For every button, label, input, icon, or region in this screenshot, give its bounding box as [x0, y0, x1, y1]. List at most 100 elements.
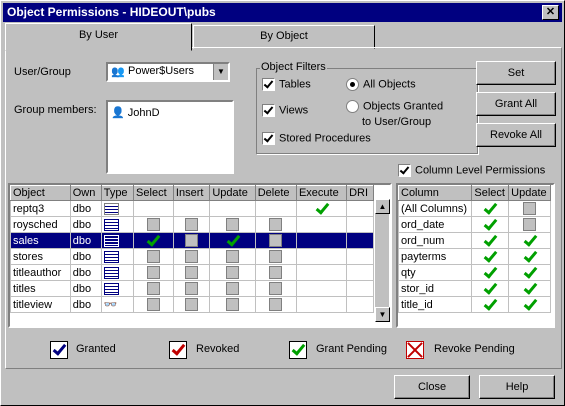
column-update-cell[interactable]	[508, 264, 551, 281]
empty-permission-box[interactable]	[269, 218, 283, 231]
perm-select-cell[interactable]	[133, 296, 174, 313]
perm-insert-cell[interactable]	[172, 216, 211, 233]
empty-permission-box[interactable]	[269, 266, 283, 279]
empty-permission-box[interactable]	[269, 250, 283, 263]
grant-pending-icon[interactable]	[483, 203, 497, 215]
empty-permission-box[interactable]	[226, 298, 240, 311]
empty-permission-box[interactable]	[185, 282, 199, 295]
column-select-cell[interactable]	[471, 264, 510, 281]
table-row[interactable]: stores dbo	[10, 248, 374, 265]
column-header[interactable]: Delete	[254, 185, 297, 201]
perm-delete-cell[interactable]	[254, 280, 297, 297]
column-select-cell[interactable]	[471, 200, 510, 217]
perm-delete-cell[interactable]	[254, 216, 297, 233]
perm-delete-cell[interactable]	[254, 232, 297, 249]
column-header[interactable]: Column	[398, 185, 473, 201]
column-header[interactable]: Select	[133, 185, 174, 201]
table-row[interactable]: ord_date	[398, 216, 551, 233]
column-header[interactable]: Insert	[172, 185, 211, 201]
perm-insert-cell[interactable]	[172, 248, 211, 265]
scroll-up-icon[interactable]: ▲	[375, 199, 390, 214]
empty-permission-box[interactable]	[523, 218, 537, 231]
grant-pending-icon[interactable]	[523, 251, 537, 263]
grant-pending-icon[interactable]	[483, 219, 497, 231]
column-header[interactable]: DRI	[346, 185, 374, 201]
column-update-cell[interactable]	[508, 200, 551, 217]
empty-permission-box[interactable]	[226, 218, 240, 231]
grant-pending-icon[interactable]	[483, 283, 497, 295]
scroll-down-icon[interactable]: ▼	[375, 307, 390, 322]
empty-permission-box[interactable]	[185, 218, 199, 231]
empty-permission-box[interactable]	[146, 266, 160, 279]
column-update-cell[interactable]	[508, 216, 551, 233]
perm-execute-cell[interactable]	[295, 232, 348, 249]
perm-select-cell[interactable]	[133, 280, 174, 297]
table-row[interactable]: qty	[398, 264, 551, 281]
column-select-cell[interactable]	[471, 280, 510, 297]
empty-permission-box[interactable]	[185, 250, 199, 263]
empty-permission-box[interactable]	[269, 298, 283, 311]
perm-insert-cell[interactable]	[172, 264, 211, 281]
perm-dri-cell[interactable]	[346, 280, 374, 297]
objects-granted-radio[interactable]: Objects Granted	[346, 100, 443, 113]
perm-delete-cell[interactable]	[254, 248, 297, 265]
grant-pending-icon[interactable]	[483, 251, 497, 263]
table-row[interactable]: reptq3 dbo	[10, 200, 374, 217]
grant-pending-icon[interactable]	[483, 299, 497, 311]
column-header[interactable]: Update	[508, 185, 551, 201]
perm-dri-cell[interactable]	[346, 264, 374, 281]
views-checkbox[interactable]: Views	[262, 104, 308, 117]
objects-scrollbar[interactable]: ▲ ▼	[374, 199, 390, 322]
empty-permission-box[interactable]	[185, 234, 199, 247]
grant-pending-icon[interactable]	[523, 235, 537, 247]
table-row[interactable]: payterms	[398, 248, 551, 265]
perm-update-cell[interactable]	[209, 264, 256, 281]
grant-all-button[interactable]: Grant All	[476, 92, 556, 116]
perm-select-cell[interactable]	[133, 264, 174, 281]
column-update-cell[interactable]	[508, 232, 551, 249]
empty-permission-box[interactable]	[185, 298, 199, 311]
column-select-cell[interactable]	[471, 296, 510, 313]
perm-dri-cell[interactable]	[346, 216, 374, 233]
perm-update-cell[interactable]	[209, 248, 256, 265]
column-header[interactable]: Select	[471, 185, 510, 201]
empty-permission-box[interactable]	[523, 202, 537, 215]
grant-pending-icon[interactable]	[523, 283, 537, 295]
perm-dri-cell[interactable]	[346, 232, 374, 249]
column-update-cell[interactable]	[508, 280, 551, 297]
table-row[interactable]: titleauthor dbo	[10, 264, 374, 281]
perm-execute-cell[interactable]	[295, 280, 348, 297]
close-button[interactable]: Close	[394, 375, 470, 399]
perm-insert-cell[interactable]	[172, 280, 211, 297]
empty-permission-box[interactable]	[146, 282, 160, 295]
perm-update-cell[interactable]	[209, 216, 256, 233]
column-update-cell[interactable]	[508, 296, 551, 313]
column-level-checkbox[interactable]: Column Level Permissions	[398, 164, 545, 177]
column-select-cell[interactable]	[471, 232, 510, 249]
perm-delete-cell[interactable]	[254, 264, 297, 281]
perm-insert-cell[interactable]	[172, 232, 211, 249]
perm-update-cell[interactable]	[209, 296, 256, 313]
objects-grid[interactable]: Object Own Type Select Insert Update Delete Exe…	[8, 183, 392, 328]
tab-by-object[interactable]: By Object	[193, 25, 375, 49]
perm-execute-cell[interactable]	[295, 216, 348, 233]
column-select-cell[interactable]	[471, 248, 510, 265]
empty-permission-box[interactable]	[269, 282, 283, 295]
group-members-list[interactable]: 👤 JohnD	[106, 100, 234, 174]
grant-pending-icon[interactable]	[146, 235, 160, 247]
columns-grid[interactable]: Column Select Update (All Columns) ord_date…	[396, 183, 555, 328]
grant-pending-icon[interactable]	[523, 267, 537, 279]
perm-execute-cell[interactable]	[295, 264, 348, 281]
all-objects-radio[interactable]: All Objects	[346, 78, 416, 91]
help-button[interactable]: Help	[479, 375, 555, 399]
close-window-button[interactable]: ✕	[542, 5, 559, 20]
column-header[interactable]: Object	[10, 185, 71, 201]
empty-permission-box[interactable]	[146, 250, 160, 263]
perm-delete-cell[interactable]	[254, 200, 297, 217]
empty-permission-box[interactable]	[226, 250, 240, 263]
column-header[interactable]: Update	[209, 185, 256, 201]
table-row[interactable]: title_id	[398, 296, 551, 313]
perm-select-cell[interactable]	[133, 200, 174, 217]
perm-update-cell[interactable]	[209, 200, 256, 217]
tab-by-user[interactable]: By User	[5, 23, 192, 51]
